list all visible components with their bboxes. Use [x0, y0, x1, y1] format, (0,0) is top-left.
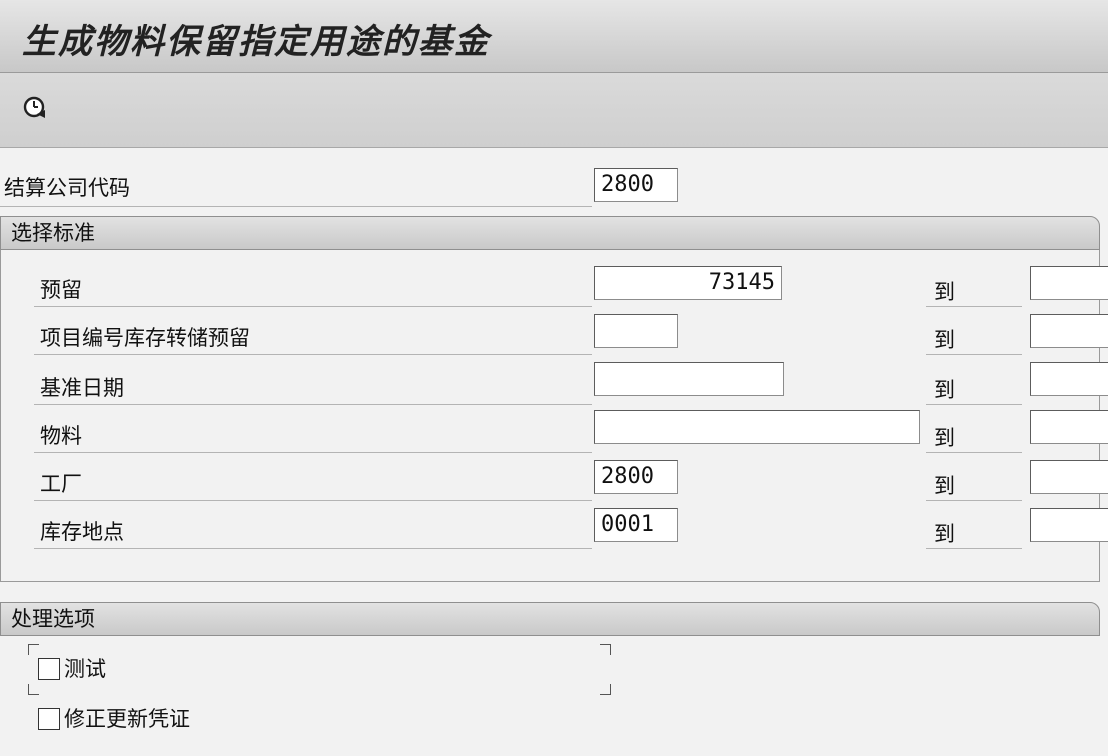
focus-corner — [600, 684, 611, 695]
base-date-label: 基准日期 — [40, 376, 124, 400]
reservation-to-label: 到 — [934, 280, 955, 304]
reservation-from-field[interactable]: 73145 — [594, 266, 782, 300]
execute-button[interactable] — [20, 93, 50, 123]
to-divider — [926, 500, 1022, 501]
storage-location-from-field[interactable]: 0001 — [594, 508, 678, 542]
storage-location-to-label: 到 — [934, 522, 955, 546]
reservation-to-field[interactable] — [1030, 266, 1108, 300]
to-divider — [926, 354, 1022, 355]
base-date-from-field[interactable] — [594, 362, 784, 396]
to-divider — [926, 452, 1022, 453]
project-stock-transfer-from-field[interactable] — [594, 314, 678, 348]
plant-label: 工厂 — [40, 472, 82, 496]
material-from-field[interactable] — [594, 410, 920, 444]
material-to-label: 到 — [934, 426, 955, 450]
test-run-label: 测试 — [64, 657, 106, 681]
row-divider — [34, 404, 592, 405]
to-divider — [926, 404, 1022, 405]
plant-to-label: 到 — [934, 474, 955, 498]
processing-options-header: 处理选项 — [0, 602, 1100, 636]
row-divider — [34, 548, 592, 549]
base-date-to-field[interactable] — [1030, 362, 1108, 396]
project-stock-transfer-label: 项目编号库存转储预留 — [40, 326, 250, 350]
clock-execute-icon — [23, 96, 45, 118]
to-divider — [926, 306, 1022, 307]
row-divider — [34, 452, 592, 453]
base-date-to-label: 到 — [934, 378, 955, 402]
to-divider — [926, 548, 1022, 549]
row-divider — [34, 500, 592, 501]
row-divider — [34, 354, 592, 355]
focus-corner — [28, 644, 39, 655]
correct-update-document-checkbox[interactable] — [38, 708, 60, 730]
selection-criteria-title: 选择标准 — [11, 221, 95, 245]
test-run-checkbox[interactable] — [38, 658, 60, 680]
row-divider — [34, 306, 592, 307]
title-bar: 生成物料保留指定用途的基金 — [0, 0, 1108, 73]
company-code-field[interactable]: 2800 — [594, 168, 678, 202]
correct-update-document-label: 修正更新凭证 — [64, 707, 190, 731]
storage-location-label: 库存地点 — [40, 520, 124, 544]
focus-corner — [600, 644, 611, 655]
storage-location-to-field[interactable] — [1030, 508, 1108, 542]
selection-criteria-header: 选择标准 — [0, 216, 1100, 250]
project-stock-transfer-to-label: 到 — [934, 328, 955, 352]
plant-from-field[interactable]: 2800 — [594, 460, 678, 494]
company-code-label: 结算公司代码 — [4, 176, 130, 200]
focus-corner — [28, 684, 39, 695]
material-label: 物料 — [40, 424, 82, 448]
project-stock-transfer-to-field[interactable] — [1030, 314, 1108, 348]
plant-to-field[interactable] — [1030, 460, 1108, 494]
material-to-field[interactable] — [1030, 410, 1108, 444]
reservation-label: 预留 — [40, 278, 82, 302]
page-title: 生成物料保留指定用途的基金 — [22, 22, 490, 62]
processing-options-title: 处理选项 — [11, 607, 95, 631]
company-code-divider — [0, 206, 592, 207]
application-toolbar — [0, 73, 1108, 148]
